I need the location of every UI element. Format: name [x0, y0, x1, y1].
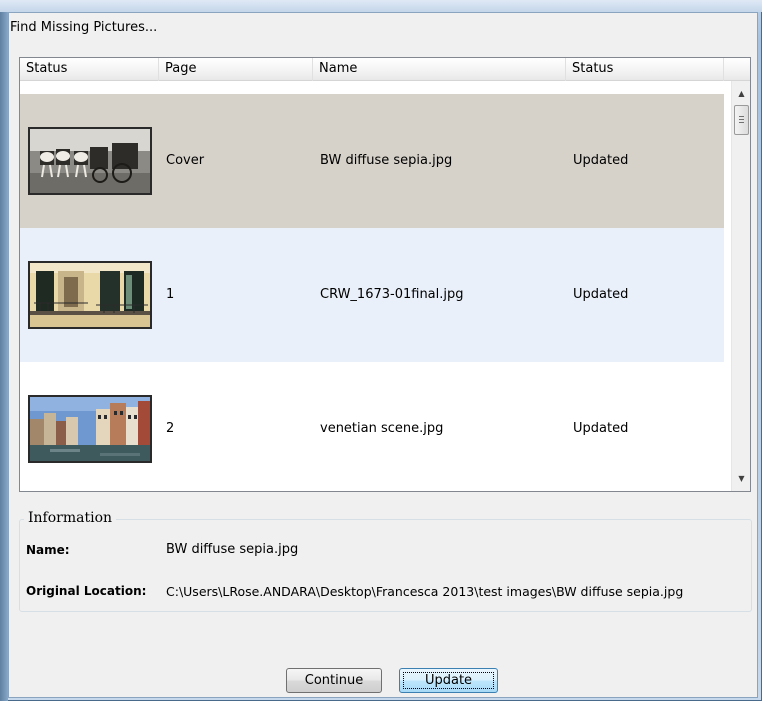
column-header-status[interactable]: Status — [566, 58, 724, 81]
window-left-border — [0, 12, 8, 701]
column-header-page[interactable]: Page — [159, 58, 313, 81]
grip-line — [739, 122, 744, 123]
information-legend: Information — [24, 510, 117, 526]
window-title-bar — [0, 0, 762, 12]
row-status: Updated — [573, 421, 629, 436]
row-name: venetian scene.jpg — [320, 421, 444, 436]
grip-line — [739, 119, 744, 120]
scrollbar-thumb[interactable] — [734, 105, 749, 135]
row-page: 1 — [166, 287, 175, 302]
scroll-down-arrow-icon[interactable]: ▼ — [732, 470, 750, 487]
row-page: Cover — [166, 153, 205, 168]
table-row[interactable]: Cover BW diffuse sepia.jpg Updated — [20, 94, 724, 228]
row-status: Updated — [573, 153, 629, 168]
scroll-up-arrow-icon[interactable]: ▲ — [732, 85, 750, 102]
row-status: Updated — [573, 287, 629, 302]
pictures-list[interactable]: Status Page Name Status Cover BW diffuse… — [19, 57, 751, 492]
column-header-name[interactable]: Name — [313, 58, 566, 81]
column-header-status-thumb[interactable]: Status — [20, 58, 159, 81]
continue-button[interactable]: Continue — [286, 668, 382, 693]
update-button[interactable]: Update — [399, 668, 498, 693]
vertical-scrollbar[interactable]: ▲ ▼ — [731, 81, 750, 491]
table-row[interactable]: 1 CRW_1673-01final.jpg Updated — [20, 228, 724, 362]
table-row[interactable]: 2 venetian scene.jpg Updated — [20, 362, 724, 491]
row-page: 2 — [166, 421, 175, 436]
original-location-value: C:\Users\LRose.ANDARA\Desktop\Francesca … — [166, 584, 684, 599]
balcony-windows-thumbnail — [28, 261, 152, 329]
row-name: BW diffuse sepia.jpg — [320, 153, 453, 168]
dialog-title: Find Missing Pictures... — [10, 20, 158, 35]
grip-line — [739, 116, 744, 117]
original-location-label: Original Location: — [26, 584, 147, 598]
name-label: Name: — [26, 543, 70, 557]
venice-canal-thumbnail — [28, 395, 152, 463]
row-name: CRW_1673-01final.jpg — [320, 287, 464, 302]
list-header: Status Page Name Status — [20, 58, 750, 81]
name-value: BW diffuse sepia.jpg — [166, 542, 299, 557]
sepia-horse-carriage-thumbnail — [28, 127, 152, 195]
